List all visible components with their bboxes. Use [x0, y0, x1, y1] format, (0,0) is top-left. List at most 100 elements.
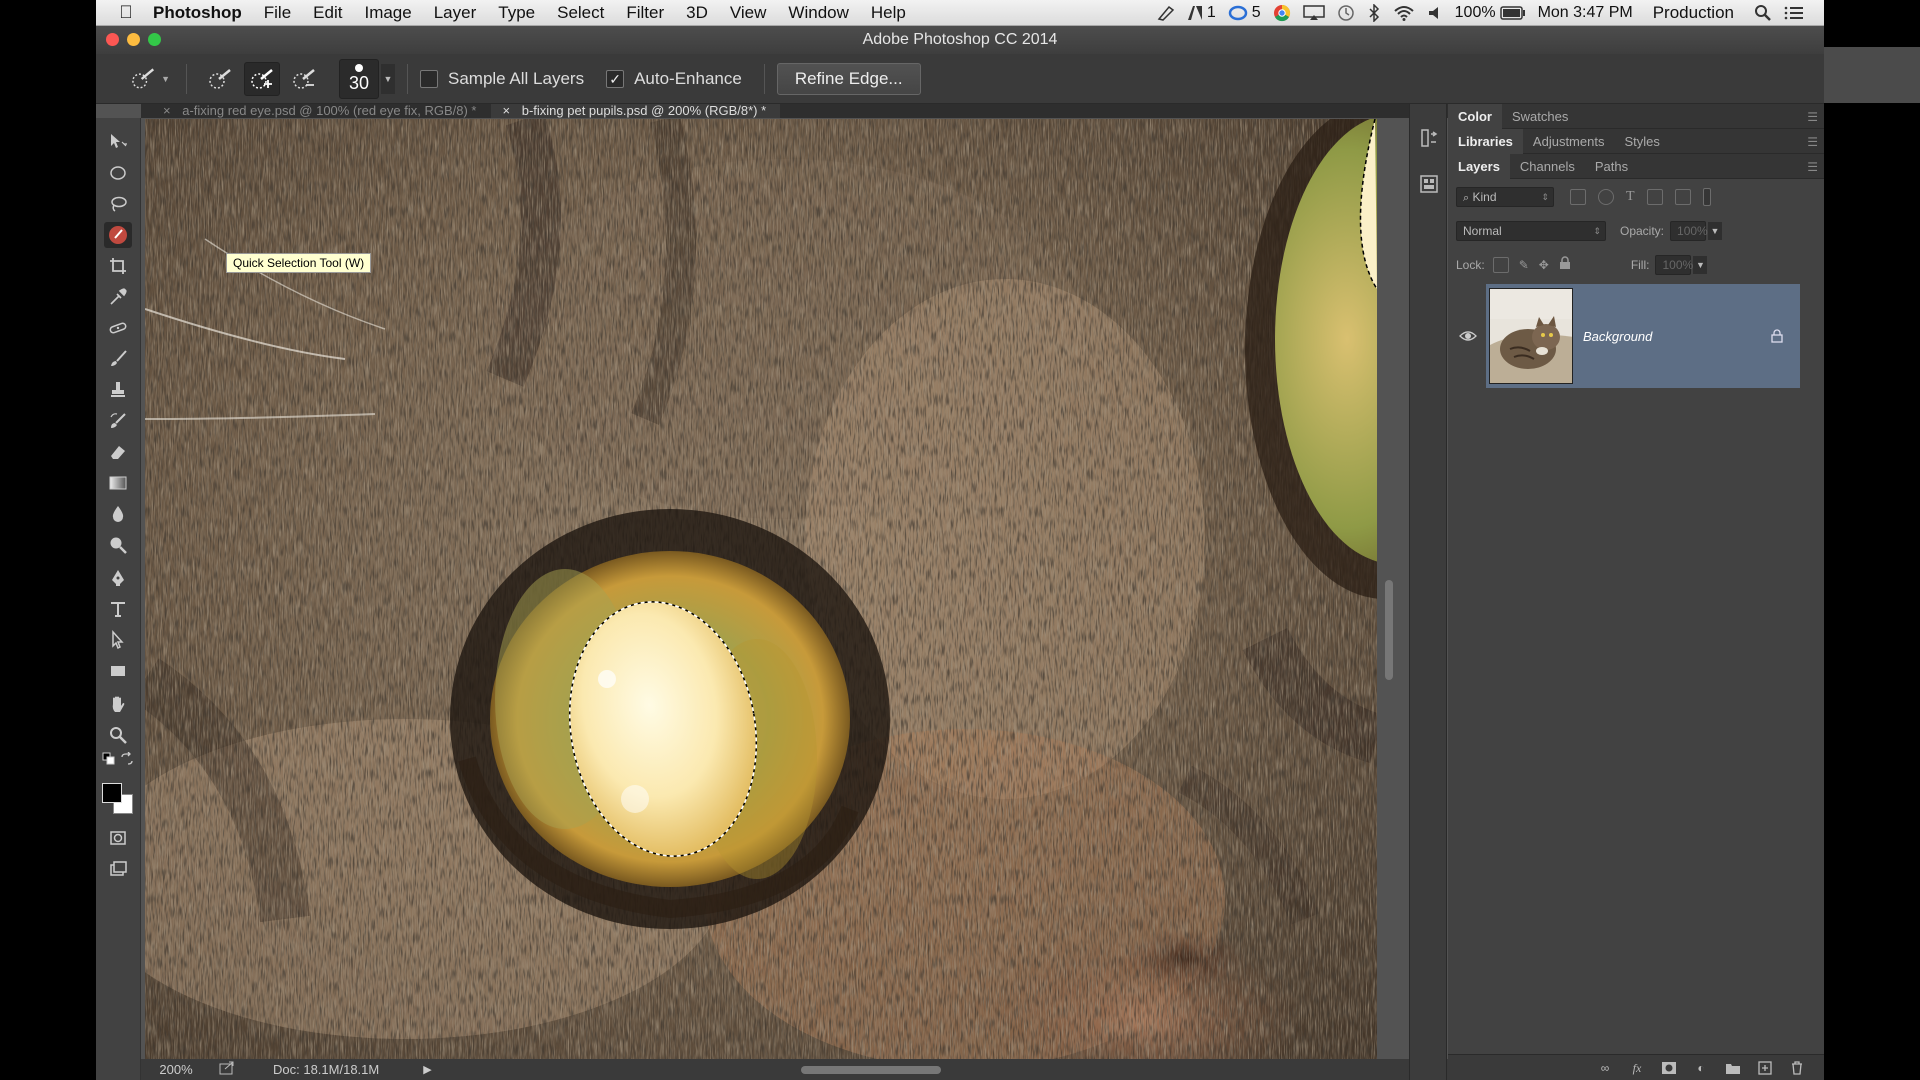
- vertical-scrollbar[interactable]: [1385, 580, 1393, 680]
- hand-tool[interactable]: [104, 691, 132, 717]
- apple-menu-icon[interactable]: : [110, 2, 142, 23]
- layer-row-background[interactable]: Background: [1486, 284, 1800, 388]
- eraser-tool[interactable]: [104, 439, 132, 465]
- filter-pixel-icon[interactable]: [1570, 188, 1586, 205]
- new-group-folder-icon[interactable]: [1724, 1061, 1742, 1075]
- layer-kind-filter[interactable]: ⌕ Kind ⇕: [1456, 186, 1554, 207]
- filter-smart-object-icon[interactable]: [1674, 188, 1691, 205]
- new-layer-icon[interactable]: [1756, 1060, 1774, 1075]
- quick-mask-button[interactable]: [104, 825, 132, 851]
- tab-close-icon[interactable]: ×: [163, 103, 171, 118]
- menubar-clock[interactable]: Mon 3:47 PM: [1532, 4, 1639, 22]
- clone-stamp-tool[interactable]: [104, 377, 132, 403]
- tab-swatches[interactable]: Swatches: [1502, 104, 1578, 129]
- dodge-tool[interactable]: [104, 532, 132, 558]
- wifi-icon[interactable]: [1387, 5, 1421, 21]
- brush-size-picker[interactable]: 30: [339, 58, 379, 99]
- tab-styles[interactable]: Styles: [1614, 129, 1669, 154]
- menu-file[interactable]: File: [253, 3, 302, 23]
- filter-shape-icon[interactable]: [1646, 188, 1663, 205]
- notification-center-icon[interactable]: [1778, 5, 1810, 21]
- tab-fixing-pet-pupils[interactable]: × b-fixing pet pupils.psd @ 200% (RGB/8*…: [490, 104, 781, 118]
- bluetooth-icon[interactable]: [1361, 3, 1387, 22]
- panel-menu-icon[interactable]: ☰: [1807, 110, 1818, 124]
- foreground-color-swatch[interactable]: [102, 783, 122, 803]
- blur-tool[interactable]: [104, 501, 132, 527]
- spotlight-search-icon[interactable]: [1748, 4, 1778, 22]
- horizontal-scrollbar[interactable]: [801, 1066, 941, 1074]
- tab-layers[interactable]: Layers: [1448, 153, 1510, 179]
- pen-tablet-status-icon[interactable]: [1151, 5, 1181, 21]
- opacity-slider-button[interactable]: ▼: [1708, 221, 1723, 240]
- tool-preset-picker[interactable]: ▼: [130, 61, 170, 97]
- add-to-selection-button[interactable]: [244, 61, 280, 96]
- tab-paths[interactable]: Paths: [1585, 154, 1638, 179]
- menu-filter[interactable]: Filter: [615, 3, 675, 23]
- screen-mode-button[interactable]: [104, 856, 132, 882]
- opacity-field[interactable]: 100%: [1670, 220, 1708, 241]
- tab-fixing-red-eye[interactable]: × a-fixing red eye.psd @ 100% (red eye f…: [151, 104, 491, 118]
- zoom-tool[interactable]: [104, 722, 132, 748]
- quick-selection-tool[interactable]: [104, 222, 132, 248]
- menu-select[interactable]: Select: [546, 3, 615, 23]
- menu-edit[interactable]: Edit: [302, 3, 353, 23]
- tab-adjustments[interactable]: Adjustments: [1523, 129, 1615, 154]
- menubar-user[interactable]: Production: [1647, 3, 1740, 23]
- brush-tool[interactable]: [104, 346, 132, 372]
- layer-visibility-eye-icon[interactable]: [1458, 326, 1478, 346]
- filter-adjustment-icon[interactable]: [1598, 188, 1614, 205]
- filter-toggle-icon[interactable]: [1702, 187, 1711, 206]
- new-adjustment-layer-icon[interactable]: ◐: [1692, 1061, 1710, 1075]
- menu-app-name[interactable]: Photoshop: [142, 3, 253, 23]
- panel-menu-icon[interactable]: ☰: [1807, 135, 1818, 149]
- tab-color[interactable]: Color: [1448, 103, 1502, 129]
- history-panel-button[interactable]: [1419, 128, 1439, 148]
- pen-tool[interactable]: [104, 565, 132, 591]
- refine-edge-button[interactable]: Refine Edge...: [776, 62, 921, 95]
- layer-name[interactable]: Background: [1583, 329, 1770, 344]
- volume-icon[interactable]: [1421, 5, 1449, 21]
- move-tool[interactable]: [104, 129, 132, 155]
- window-close-button[interactable]: [106, 33, 119, 46]
- window-minimize-button[interactable]: [127, 33, 140, 46]
- layer-style-fx-icon[interactable]: fx: [1628, 1061, 1646, 1075]
- properties-panel-button[interactable]: [1419, 174, 1439, 194]
- tab-libraries[interactable]: Libraries: [1448, 128, 1523, 154]
- tab-channels[interactable]: Channels: [1510, 154, 1585, 179]
- lock-all-icon[interactable]: [1559, 256, 1571, 273]
- status-menu-arrow-icon[interactable]: ▶: [423, 1063, 431, 1076]
- panel-menu-icon[interactable]: ☰: [1807, 160, 1818, 174]
- path-selection-tool[interactable]: [104, 627, 132, 653]
- export-icon[interactable]: [219, 1061, 235, 1078]
- menu-help[interactable]: Help: [860, 3, 917, 23]
- menu-layer[interactable]: Layer: [423, 3, 488, 23]
- default-colors-button[interactable]: [102, 752, 116, 766]
- subtract-from-selection-button[interactable]: [286, 62, 322, 96]
- airplay-icon[interactable]: [1297, 4, 1331, 21]
- link-layers-icon[interactable]: ∞: [1596, 1061, 1614, 1075]
- layer-lock-icon[interactable]: [1770, 329, 1784, 343]
- battery-status-item[interactable]: 100%: [1449, 4, 1532, 22]
- menu-view[interactable]: View: [719, 3, 778, 23]
- menu-3d[interactable]: 3D: [675, 3, 719, 23]
- lasso-tool[interactable]: [104, 191, 132, 217]
- gradient-tool[interactable]: [104, 470, 132, 496]
- sample-all-layers-checkbox[interactable]: [420, 69, 438, 88]
- time-machine-icon[interactable]: [1331, 4, 1361, 22]
- type-tool[interactable]: [104, 596, 132, 622]
- adobe-status-item[interactable]: 1: [1181, 4, 1222, 22]
- history-brush-tool[interactable]: [104, 408, 132, 434]
- fill-field[interactable]: 100%: [1655, 254, 1693, 275]
- window-zoom-button[interactable]: [148, 33, 161, 46]
- rectangle-tool[interactable]: [104, 658, 132, 684]
- swap-colors-button[interactable]: [120, 752, 134, 766]
- menu-image[interactable]: Image: [353, 3, 422, 23]
- add-mask-icon[interactable]: [1660, 1061, 1678, 1075]
- fill-slider-button[interactable]: ▼: [1693, 255, 1708, 274]
- blend-mode-select[interactable]: Normal ⇕: [1456, 220, 1606, 241]
- spot-healing-tool[interactable]: [104, 315, 132, 341]
- chrome-status-icon[interactable]: [1267, 4, 1297, 22]
- lock-position-icon[interactable]: ✥: [1539, 258, 1549, 272]
- lock-transparent-pixels-icon[interactable]: [1492, 256, 1509, 273]
- brush-picker-dropdown[interactable]: ▼: [381, 63, 395, 94]
